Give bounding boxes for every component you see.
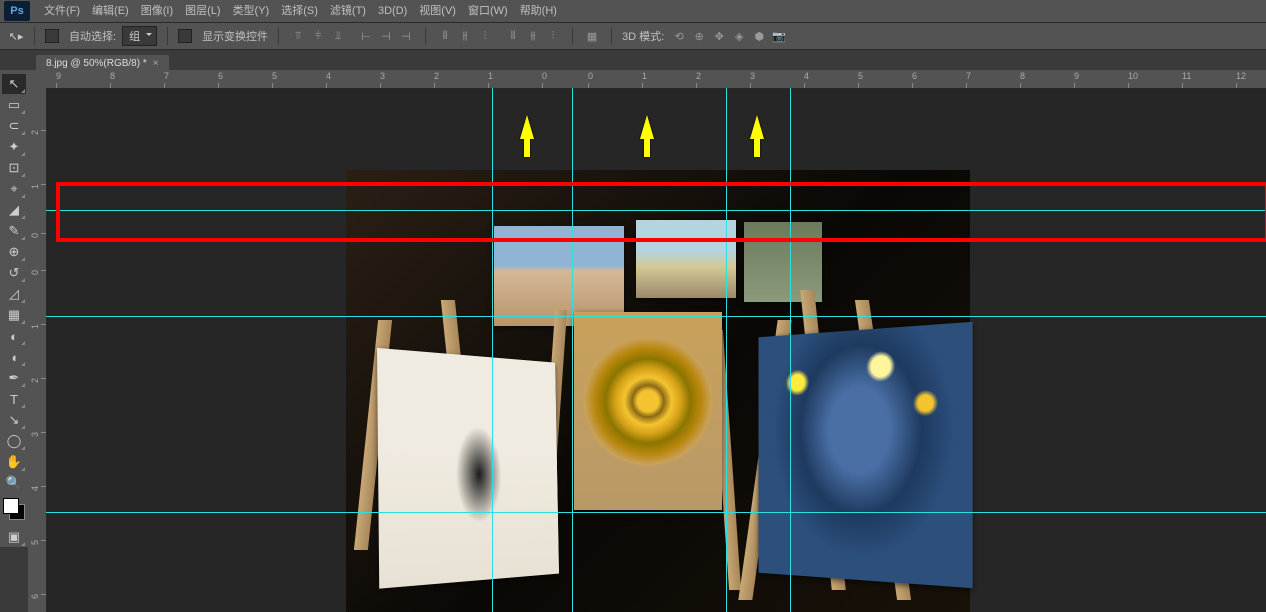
align-hcenter-icon[interactable]: ⊣: [377, 27, 395, 45]
hand-tool[interactable]: ✋: [2, 452, 26, 472]
ruler-vertical[interactable]: 21001234567: [28, 88, 47, 612]
wand-tool[interactable]: ✦: [2, 137, 26, 157]
dist-3-icon[interactable]: ⫶: [476, 27, 494, 45]
show-transform-checkbox[interactable]: [178, 29, 192, 43]
app-logo: Ps: [4, 1, 30, 21]
3d-4-icon[interactable]: ◈: [730, 27, 748, 45]
move-tool-icon: ↖▸: [8, 28, 24, 44]
dodge-tool[interactable]: ◖: [2, 347, 26, 367]
document-tab-bar: 8.jpg @ 50%(RGB/8) * ×: [0, 50, 1266, 72]
auto-align-icon[interactable]: ▦: [583, 27, 601, 45]
history-brush-tool[interactable]: ↺: [2, 263, 26, 283]
menu-edit[interactable]: 编辑(E): [86, 0, 135, 22]
annotation-arrow: [750, 108, 764, 139]
show-transform-label: 显示变换控件: [202, 28, 268, 44]
type-tool[interactable]: T: [2, 389, 26, 409]
annotation-arrow: [520, 108, 534, 139]
painting-landscape: [636, 220, 736, 298]
menu-help[interactable]: 帮助(H): [514, 0, 563, 22]
menu-image[interactable]: 图像(I): [135, 0, 179, 22]
align-bottom-icon[interactable]: ⫫: [329, 27, 347, 45]
heal-tool[interactable]: ◢: [2, 200, 26, 220]
separator: [278, 27, 279, 45]
auto-select-checkbox[interactable]: [45, 29, 59, 43]
auto-select-label: 自动选择:: [69, 28, 116, 44]
menu-layer[interactable]: 图层(L): [179, 0, 226, 22]
toolbox: ↖ ▭ ⊂ ✦ ⊡ ⌖ ◢ ✎ ⊕ ↺ ◿ ▦ ◐ ◖ ✒ T ↘ ◯ ✋ 🔍 …: [0, 70, 28, 547]
mode-3d-label: 3D 模式:: [622, 28, 664, 44]
dist-4-icon[interactable]: ⫴: [504, 27, 522, 45]
viewport[interactable]: [46, 88, 1266, 612]
canvas-area: 98765432100123456789101112 21001234567: [28, 70, 1266, 612]
align-left-icon[interactable]: ⊢: [357, 27, 375, 45]
painting-ink: [377, 348, 559, 589]
ruler-origin[interactable]: [28, 70, 47, 89]
separator: [425, 27, 426, 45]
separator: [167, 27, 168, 45]
auto-select-dropdown[interactable]: 组: [122, 26, 157, 46]
annotation-arrow: [640, 108, 654, 139]
ruler-horizontal[interactable]: 98765432100123456789101112: [46, 70, 1266, 89]
dist-1-icon[interactable]: ⫴: [436, 27, 454, 45]
zoom-tool[interactable]: 🔍: [2, 473, 26, 493]
menu-type[interactable]: 类型(Y): [227, 0, 276, 22]
color-swatch[interactable]: [3, 498, 25, 520]
menu-bar: Ps 文件(F) 编辑(E) 图像(I) 图层(L) 类型(Y) 选择(S) 滤…: [0, 0, 1266, 23]
align-right-icon[interactable]: ⊣: [397, 27, 415, 45]
gradient-tool[interactable]: ▦: [2, 305, 26, 325]
path-tool[interactable]: ↘: [2, 410, 26, 430]
3d-6-icon[interactable]: 📷: [770, 27, 788, 45]
3d-group: ⟲ ⊕ ✥ ◈ ⬢ 📷: [670, 27, 788, 45]
shape-tool[interactable]: ◯: [2, 431, 26, 451]
menu-file[interactable]: 文件(F): [38, 0, 86, 22]
lasso-tool[interactable]: ⊂: [2, 116, 26, 136]
menu-select[interactable]: 选择(S): [275, 0, 324, 22]
align-group: ⫪ ⫩ ⫫ ⊢ ⊣ ⊣: [289, 27, 415, 45]
screen-mode-tool[interactable]: ▣: [2, 527, 26, 547]
dist-5-icon[interactable]: ⫵: [524, 27, 542, 45]
foreground-color[interactable]: [3, 498, 19, 514]
3d-2-icon[interactable]: ⊕: [690, 27, 708, 45]
separator: [611, 27, 612, 45]
options-bar: ↖▸ 自动选择: 组 显示变换控件 ⫪ ⫩ ⫫ ⊢ ⊣ ⊣ ⫴ ⫵ ⫶ ⫴ ⫵ …: [0, 23, 1266, 50]
menu-filter[interactable]: 滤镜(T): [324, 0, 372, 22]
separator: [572, 27, 573, 45]
3d-1-icon[interactable]: ⟲: [670, 27, 688, 45]
brush-tool[interactable]: ✎: [2, 221, 26, 241]
close-icon[interactable]: ×: [153, 58, 159, 69]
separator: [34, 27, 35, 45]
dist-2-icon[interactable]: ⫵: [456, 27, 474, 45]
marquee-tool[interactable]: ▭: [2, 95, 26, 115]
3d-3-icon[interactable]: ✥: [710, 27, 728, 45]
menu-3d[interactable]: 3D(D): [372, 0, 413, 22]
crop-tool[interactable]: ⊡: [2, 158, 26, 178]
document-canvas[interactable]: [346, 170, 970, 612]
painting-sunflowers: [574, 312, 722, 510]
eyedropper-tool[interactable]: ⌖: [2, 179, 26, 199]
align-top-icon[interactable]: ⫪: [289, 27, 307, 45]
dist-6-icon[interactable]: ⫶: [544, 27, 562, 45]
painting-starry-night: [759, 322, 973, 588]
tab-label: 8.jpg @ 50%(RGB/8) *: [46, 58, 147, 69]
3d-5-icon[interactable]: ⬢: [750, 27, 768, 45]
align-vcenter-icon[interactable]: ⫩: [309, 27, 327, 45]
blur-tool[interactable]: ◐: [2, 326, 26, 346]
distribute-group: ⫴ ⫵ ⫶ ⫴ ⫵ ⫶: [436, 27, 562, 45]
eraser-tool[interactable]: ◿: [2, 284, 26, 304]
menu-view[interactable]: 视图(V): [413, 0, 462, 22]
move-tool[interactable]: ↖: [2, 74, 26, 94]
menu-window[interactable]: 窗口(W): [462, 0, 514, 22]
pen-tool[interactable]: ✒: [2, 368, 26, 388]
stamp-tool[interactable]: ⊕: [2, 242, 26, 262]
